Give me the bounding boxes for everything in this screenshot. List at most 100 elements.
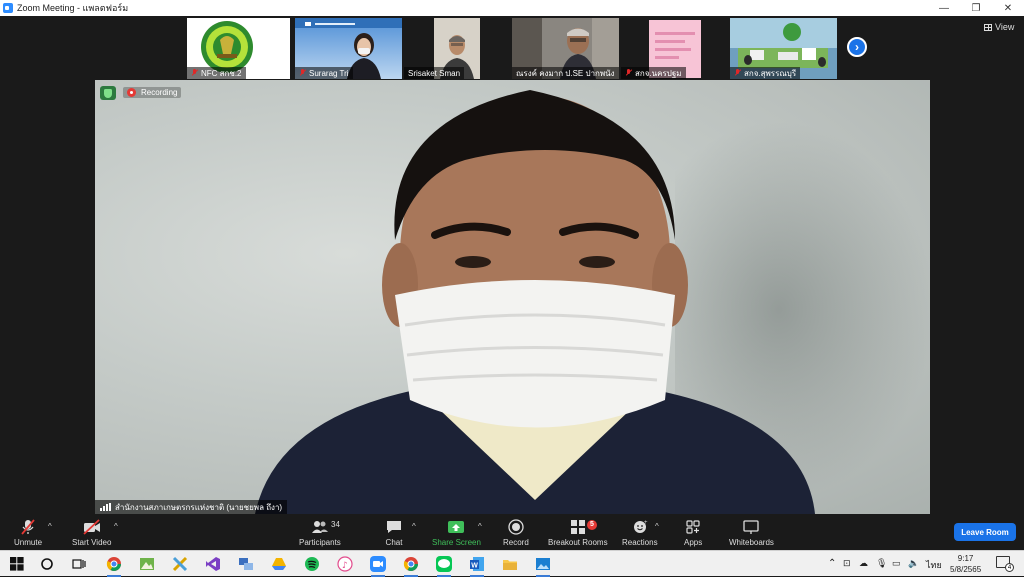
audio-options-caret[interactable]: ^ [48, 522, 52, 531]
video-off-icon [83, 519, 100, 535]
system-clock[interactable]: 9:17 5/8/2565 [950, 553, 981, 575]
mic-muted-icon [21, 519, 35, 535]
svg-text:+: + [644, 520, 648, 526]
speaker-video-image [255, 90, 815, 514]
minimize-button[interactable]: — [928, 0, 960, 16]
cortana-icon [41, 558, 53, 570]
participant-name: สกจ.สุพรรณบุรี [730, 67, 801, 79]
taskbar-app-6[interactable] [270, 555, 288, 573]
battery-icon[interactable]: ▭ [892, 558, 901, 569]
breakout-rooms-badge: 5 [587, 520, 597, 530]
share-options-caret[interactable]: ^ [478, 522, 482, 531]
view-button[interactable]: View [984, 22, 1014, 32]
taskbar-app-3[interactable] [171, 555, 189, 573]
security-shield-icon[interactable] [100, 86, 116, 100]
chat-icon [387, 521, 401, 533]
taskbar-app-2[interactable] [138, 555, 156, 573]
taskbar-line[interactable] [435, 555, 453, 577]
active-speaker-video: Recording สำนักงานสภาเกษตรกรแห่งชาติ (นา… [95, 80, 930, 514]
breakout-rooms-button[interactable]: Breakout Rooms [548, 518, 608, 547]
tray-cloud-icon[interactable]: ☁ [859, 558, 868, 569]
start-video-button[interactable]: Start Video [72, 518, 111, 547]
image-editor-icon [140, 558, 154, 570]
participant-tile[interactable]: สกจ.นครปฐม [621, 18, 728, 79]
tray-app-icon[interactable]: ⊡ [843, 558, 851, 569]
participant-tile[interactable]: Srisaket Sman [404, 18, 510, 79]
whiteboards-button[interactable]: Whiteboards [729, 518, 774, 547]
participants-icon [311, 521, 328, 533]
folder-icon [503, 560, 517, 570]
mic-muted-icon [734, 69, 741, 77]
taskbar-visual-studio[interactable] [204, 555, 222, 573]
chat-button[interactable]: Chat [385, 518, 403, 547]
clock-date: 5/8/2565 [950, 565, 982, 574]
zoom-app-icon [3, 3, 13, 13]
participant-tile[interactable]: NFC สกช.2 [187, 18, 290, 79]
start-button[interactable] [8, 555, 26, 573]
reactions-button[interactable]: + Reactions [622, 518, 658, 547]
window-title: Zoom Meeting - แพลตฟอร์ม [17, 3, 129, 13]
next-page-button[interactable]: › [847, 37, 867, 57]
tray-mic-icon[interactable]: 🎙 [876, 558, 887, 569]
input-language[interactable]: ไทย [926, 558, 942, 572]
visual-studio-icon [206, 557, 220, 571]
leave-room-button[interactable]: Leave Room [954, 523, 1016, 541]
taskbar-file-explorer[interactable] [501, 555, 519, 573]
network-tool-icon [239, 558, 253, 570]
grid-icon [984, 23, 992, 31]
apps-button[interactable]: Apps [684, 518, 702, 547]
line-app-icon [436, 556, 452, 572]
mic-muted-icon [625, 69, 632, 77]
taskbar-photos[interactable] [534, 555, 552, 577]
photos-icon [536, 558, 550, 570]
chrome-icon [403, 557, 418, 571]
taskbar-chrome-2[interactable] [402, 555, 420, 577]
mic-muted-icon [191, 69, 198, 77]
participant-tile[interactable]: Surarag Tri [295, 18, 402, 79]
unmute-button[interactable]: Unmute [14, 518, 42, 547]
drive-icon [272, 558, 286, 570]
chat-options-caret[interactable]: ^ [412, 522, 416, 531]
reactions-options-caret[interactable]: ^ [655, 522, 659, 531]
task-view-button[interactable] [70, 555, 88, 573]
music-icon: ♪ [337, 556, 353, 572]
taskbar-zoom[interactable] [369, 555, 387, 577]
taskbar-spotify[interactable] [303, 555, 321, 573]
participant-tile[interactable]: สกจ.สุพรรณบุรี [730, 18, 837, 79]
svg-text:♪: ♪ [342, 561, 348, 571]
whiteboard-icon [743, 520, 760, 534]
windows-taskbar: ♪ W ⌃ ⊡ ☁ 🎙 ▭ 🔈 ไทย 9:17 5/8/2565 4 [0, 550, 1024, 577]
participant-name: Srisaket Sman [404, 67, 465, 79]
spotify-icon [305, 557, 319, 571]
svg-text:W: W [471, 563, 478, 570]
participants-count: 34 [331, 520, 340, 529]
share-screen-button[interactable]: Share Screen [432, 518, 481, 547]
restore-button[interactable]: ❐ [960, 0, 992, 16]
search-button[interactable] [38, 555, 56, 573]
word-icon: W [470, 557, 484, 571]
taskbar-itunes[interactable]: ♪ [336, 555, 354, 573]
participant-name: สกจ.นครปฐม [621, 67, 686, 79]
participant-name: NFC สกช.2 [187, 67, 246, 79]
speaker-name-label: สำนักงานสภาเกษตรกรแห่งชาติ (นายชยพล ถึงา… [95, 500, 288, 514]
participant-tile[interactable]: ณรงค์ คงมาก ป.SE ปากพนัง [512, 18, 619, 79]
share-screen-icon [448, 521, 465, 533]
tray-overflow-icon[interactable]: ⌃ [828, 558, 836, 569]
chrome-icon [106, 557, 121, 571]
recording-indicator[interactable]: Recording [123, 87, 182, 98]
apps-icon [686, 520, 700, 534]
task-view-icon [72, 559, 86, 569]
taskbar-chrome[interactable] [105, 555, 123, 577]
mic-muted-icon [299, 69, 306, 77]
participant-strip: NFC สกช.2 Surarag Tri Srisaket Sman ณรงค… [0, 16, 1024, 80]
taskbar-app-5[interactable] [237, 555, 255, 573]
record-icon [508, 519, 524, 535]
taskbar-word[interactable]: W [468, 555, 486, 577]
video-options-caret[interactable]: ^ [114, 522, 118, 531]
participant-name: Surarag Tri [295, 67, 353, 79]
tools-icon [172, 556, 188, 572]
volume-icon[interactable]: 🔈 [908, 558, 919, 569]
record-button[interactable]: Record [503, 518, 529, 547]
zoom-icon [370, 556, 386, 572]
close-button[interactable]: ✕ [992, 0, 1024, 16]
